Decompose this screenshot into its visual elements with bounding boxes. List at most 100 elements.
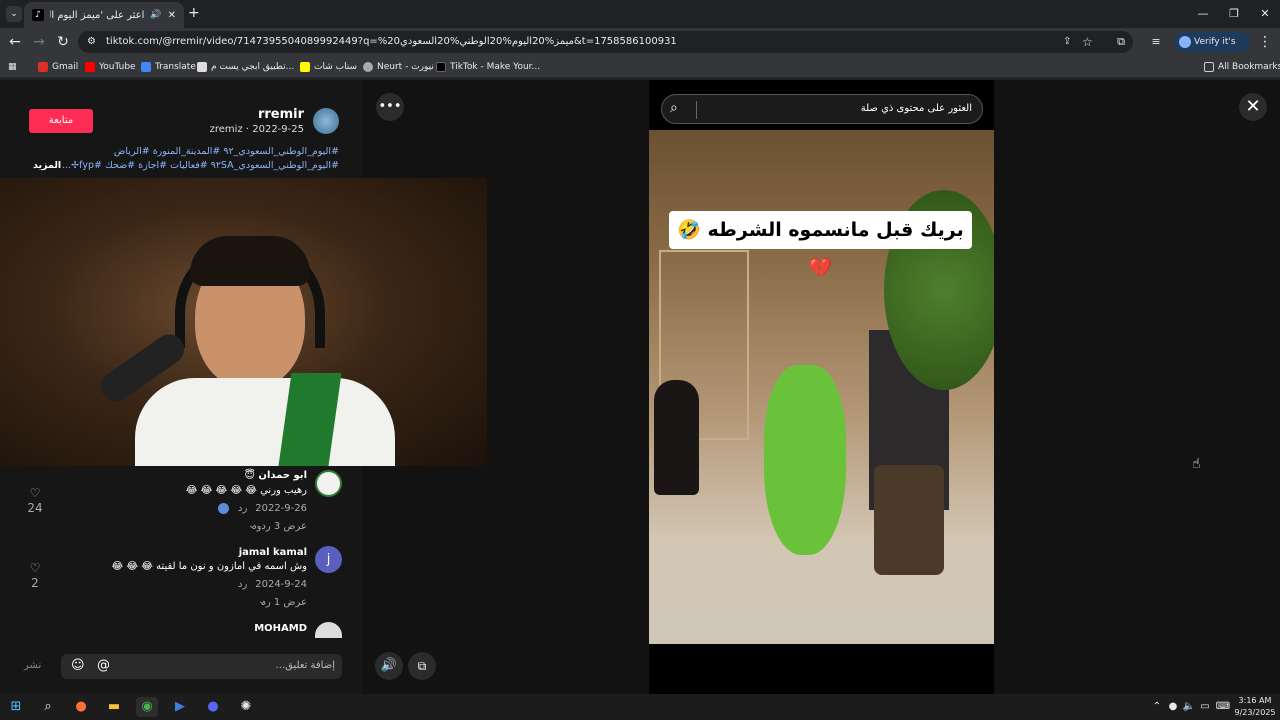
tab-search-button[interactable]: ⌄ — [6, 6, 22, 22]
restore-button[interactable]: ❐ — [1219, 4, 1249, 24]
tiktok-page: متابعة rremir 2022-9-25 · zremiz #اليوم_… — [0, 80, 1280, 694]
comment-text: وش اسمه في امازون و نون ما لقيته 😂 😂 😂 — [111, 561, 307, 572]
commenter-avatar[interactable] — [315, 622, 342, 638]
emoji-icon[interactable]: ☺ — [71, 658, 85, 673]
pip-icon[interactable]: ⧉ — [408, 652, 436, 680]
chevron-down-icon[interactable]: ⌄ — [258, 596, 266, 607]
commenter-avatar[interactable]: j — [315, 546, 342, 573]
mouse-cursor: ☝ — [1192, 456, 1201, 472]
heart-icon[interactable]: ♡ — [25, 561, 45, 575]
author-username[interactable]: rremir — [200, 107, 304, 122]
chrome-icon[interactable]: ◉ — [136, 697, 158, 717]
audio-icon[interactable]: 🔊 — [150, 10, 161, 20]
forward-button[interactable]: → — [28, 32, 50, 52]
comment-text: رهيب ورني 😂 😂 😂 😂 😂 — [185, 485, 307, 496]
bookmark-youtube[interactable]: YouTube — [85, 60, 136, 74]
post-comment-button[interactable]: نشر — [24, 660, 41, 671]
windows-taskbar: ⊞ ⌕ ● ▬ ◉ ▶ ● ✺ ⌃ ● 🔈 ▭ ⌨ 3:16 AM 9/23/2… — [0, 694, 1280, 720]
system-clock[interactable]: 3:16 AM 9/23/2025 — [1234, 695, 1276, 719]
verify-profile-button[interactable]: Verify it's you — [1174, 32, 1250, 67]
reading-list-icon[interactable]: ≡ — [1145, 32, 1167, 52]
window-close-button[interactable]: ✕ — [1250, 4, 1280, 24]
bookmark-star-icon[interactable]: ☆ — [1082, 31, 1093, 53]
hashtags-line-1[interactable]: #اليوم_الوطني_السعودي_٩٢ #المدينة_المنور… — [60, 146, 339, 157]
bookmark-gmail[interactable]: Gmail — [38, 60, 78, 74]
hashtags-line-2[interactable]: #اليوم_الوطني_السعودي_٩٢SA #فعاليات #اجا… — [62, 160, 339, 171]
firefox-icon[interactable]: ● — [70, 697, 92, 717]
video-caption: بريك قبل مانسموه الشرطه 🤣💔 — [669, 211, 972, 279]
bookmark-label: Gmail — [52, 62, 79, 72]
mention-icon[interactable]: @ — [97, 658, 110, 673]
view-replies-link[interactable]: عرض 3 ردود — [252, 521, 307, 532]
page-icon — [197, 62, 207, 72]
comment-input[interactable]: ☺ @ إضافة تعليق... — [61, 654, 342, 679]
back-button[interactable]: ← — [4, 32, 26, 52]
reply-link[interactable]: رد — [238, 579, 247, 590]
address-bar[interactable]: ⚙ tiktok.com/@rremir/video/7147395504089… — [78, 31, 1133, 53]
new-tab-button[interactable]: + — [188, 5, 200, 21]
menu-icon[interactable]: ⋮ — [1254, 32, 1276, 52]
minimize-button[interactable]: — — [1188, 4, 1218, 24]
bookmark-label: TikTok - Make Your... — [450, 62, 541, 72]
tab-close-icon[interactable]: ✕ — [168, 10, 176, 21]
chevron-down-icon[interactable]: ⌄ — [248, 520, 256, 531]
terminal-icon[interactable]: ▶ — [169, 697, 191, 717]
gmail-icon — [38, 62, 48, 72]
avatar-letter: j — [326, 552, 331, 567]
discord-icon[interactable]: ● — [202, 697, 224, 717]
bookmark-translate[interactable]: Translate — [141, 60, 196, 74]
site-info-icon[interactable]: ⚙ — [87, 31, 96, 53]
comment-placeholder: إضافة تعليق... — [275, 660, 335, 671]
bookmark-label: YouTube — [99, 62, 136, 72]
youtube-icon — [85, 62, 95, 72]
neurt-icon — [363, 62, 373, 72]
all-bookmarks[interactable]: All Bookmarks — [1204, 60, 1280, 74]
heart-icon[interactable]: ♡ — [25, 486, 45, 500]
extensions-icon[interactable]: ⧉ — [1110, 32, 1132, 52]
related-search-input[interactable]: ⌕ العثور على محتوى ذي صلة — [661, 94, 983, 124]
view-replies-link[interactable]: عرض 1 رد — [261, 597, 307, 608]
search-divider — [696, 101, 697, 119]
install-icon[interactable]: ⇪ — [1063, 31, 1071, 53]
bookmark-neurt[interactable]: Neurt - نيورت — [363, 60, 434, 74]
tab-strip: ⌄ ♪ اعثر على 'ميمز اليوم الوطني 🔊 ✕ + — … — [0, 0, 1280, 28]
search-icon[interactable]: ⌕ — [37, 697, 59, 717]
bookmark-label: تطبيق ابجي يست م... — [211, 62, 295, 72]
more-options-button[interactable]: ••• — [376, 93, 404, 121]
bookmark-tiktok[interactable]: TikTok - Make Your... — [436, 60, 540, 74]
bookmarks-bar: ▦ Gmail YouTube Translate تطبيق ابجي يست… — [0, 56, 1280, 78]
folder-icon — [1204, 62, 1214, 72]
bookmark-snapchat[interactable]: سناب شات — [300, 60, 357, 74]
person-abaya — [654, 380, 699, 495]
app-icon[interactable]: ✺ — [235, 697, 257, 717]
more-link[interactable]: المزيد — [33, 160, 61, 171]
apps-icon[interactable]: ▦ — [8, 60, 17, 74]
close-icon[interactable]: ✕ — [1239, 93, 1267, 121]
search-icon[interactable]: ⌕ — [670, 100, 678, 116]
follow-button[interactable]: متابعة — [29, 109, 93, 133]
tab-title: اعثر على 'ميمز اليوم الوطني — [50, 9, 145, 21]
file-explorer-icon[interactable]: ▬ — [103, 697, 125, 717]
comment-author[interactable]: MOHAMD — [200, 623, 307, 634]
streamer-hair — [190, 236, 310, 286]
start-icon[interactable]: ⊞ — [5, 697, 27, 717]
bookmark-app[interactable]: تطبيق ابجي يست م... — [197, 60, 294, 74]
profile-avatar — [1179, 36, 1191, 48]
author-avatar[interactable] — [313, 108, 339, 134]
snapchat-icon — [300, 62, 310, 72]
keyboard-icon[interactable]: ⌨ — [1212, 697, 1234, 717]
green-costume — [764, 365, 846, 555]
commenter-avatar[interactable] — [315, 470, 342, 497]
reload-button[interactable]: ↻ — [52, 32, 74, 52]
video-player[interactable] — [649, 130, 994, 644]
comment-author[interactable]: jamal kamal — [200, 547, 307, 558]
comment-author[interactable]: ابو حمدان 😇 — [200, 470, 308, 481]
volume-icon[interactable]: 🔊 — [375, 652, 403, 680]
reply-link[interactable]: رد — [238, 503, 247, 514]
streamer-overlay-video — [0, 178, 487, 466]
tiktok-icon: ♪ — [32, 9, 44, 21]
comment-date: 2024-9-24 — [255, 579, 307, 590]
tiktok-icon — [436, 62, 446, 72]
active-tab[interactable]: ♪ اعثر على 'ميمز اليوم الوطني 🔊 ✕ — [24, 2, 184, 28]
search-placeholder: العثور على محتوى ذي صلة — [860, 103, 972, 114]
